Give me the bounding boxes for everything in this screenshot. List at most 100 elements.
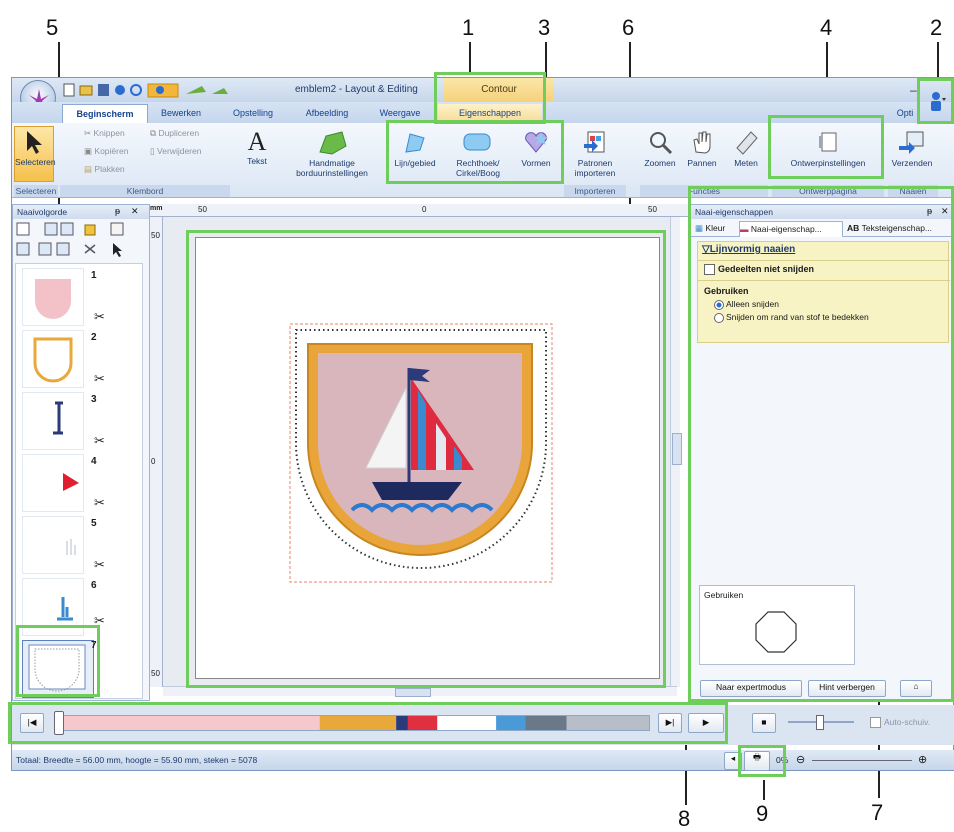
pin-icon[interactable]: ᵽ	[927, 206, 932, 216]
group-label-functions: Functies	[640, 185, 768, 197]
window-title: emblem2 - Layout & Editing	[295, 84, 418, 95]
sew-props-icon: ▬	[740, 224, 751, 234]
help-user-icon[interactable]	[926, 86, 948, 120]
shapes-button[interactable]: Vormen	[514, 128, 558, 168]
list-item-2[interactable]	[22, 330, 84, 388]
vertical-scroll-thumb[interactable]	[672, 433, 682, 465]
list-item-5[interactable]	[22, 516, 84, 574]
expert-mode-button[interactable]: Naar expertmodus	[700, 680, 802, 697]
group-icon	[44, 222, 58, 236]
close-icon[interactable]: ✕	[131, 206, 139, 217]
zoom-out-icon[interactable]: ⊖	[796, 753, 805, 766]
copy-icon: ▣	[84, 146, 95, 156]
tab-options[interactable]: Opti	[890, 104, 920, 123]
list-item-4[interactable]	[22, 454, 84, 512]
home-settings-button[interactable]: ⌂	[900, 680, 932, 697]
tab-properties[interactable]: Eigenschappen	[438, 104, 542, 123]
select-button[interactable]: Selecteren	[14, 126, 56, 182]
hull	[372, 482, 462, 500]
tab-edit[interactable]: Bewerken	[150, 104, 212, 123]
autoscroll-checkbox[interactable]	[870, 717, 881, 728]
design-page-icon	[819, 132, 837, 152]
leader-line-9	[763, 780, 765, 800]
send-button[interactable]: Verzenden	[890, 128, 934, 168]
scissors-icon[interactable]: ✂	[94, 613, 105, 629]
scissors-icon[interactable]: ✂	[94, 309, 105, 325]
minimize-button[interactable]: –	[910, 83, 917, 97]
skip-end-icon: ▶|	[665, 717, 675, 727]
pin-icon[interactable]: ᵽ	[115, 206, 120, 216]
tab-home[interactable]: Beginscherm	[62, 104, 148, 124]
horizontal-scrollbar[interactable]	[163, 686, 677, 697]
vertical-scrollbar[interactable]	[670, 217, 682, 687]
list-item-3[interactable]	[22, 392, 84, 450]
tab-color[interactable]: ▦ Kleur	[695, 223, 725, 237]
speed-slider-thumb[interactable]	[816, 715, 824, 730]
group-label-select: Selecteren	[14, 185, 58, 197]
cut-button[interactable]: ✂ Knippen	[84, 128, 125, 138]
design-settings-button[interactable]: Ontwerpinstellingen	[772, 128, 884, 168]
ungroup-icon	[60, 222, 74, 236]
copy-button[interactable]: ▣ Kopiëren	[84, 146, 128, 156]
tab-image[interactable]: Afbeelding	[296, 104, 358, 123]
list-item-6[interactable]	[22, 578, 84, 636]
delete-button[interactable]: ▯ Verwijderen	[150, 146, 201, 156]
sew-properties-title: Naai-eigenschappen ᵽ ✕	[691, 205, 953, 219]
heart-star-shapes-icon	[525, 132, 548, 153]
left-ruler: 50 0 50	[150, 217, 163, 687]
select-button-label: Selecteren	[15, 157, 56, 167]
sew-properties-panel: Naai-eigenschappen ᵽ ✕ ▦ Kleur ▬ Naai-ei…	[690, 204, 954, 701]
measure-button[interactable]: Meten	[726, 128, 766, 168]
design-summary: Totaal: Breedte = 56.00 mm, hoogte = 55.…	[16, 755, 258, 765]
callout-9: 9	[756, 801, 769, 826]
manual-embroidery-button[interactable]: Handmatige borduurinstellingen	[282, 128, 382, 178]
go-to-end-button[interactable]: ▶|	[658, 713, 682, 733]
tab-sew-properties[interactable]: ▬ Naai-eigenschap...	[739, 221, 843, 237]
stop-icon: ■	[761, 717, 767, 727]
scissors-icon[interactable]: ✂	[94, 371, 105, 387]
list-item-1[interactable]	[22, 268, 84, 326]
top-ruler: mm 50 0 50	[150, 204, 690, 217]
tab-layout[interactable]: Opstelling	[222, 104, 284, 123]
design-page[interactable]	[195, 237, 660, 679]
rect-circle-arc-button[interactable]: Rechthoek/ Cirkel/Boog	[446, 128, 510, 178]
tab-text-properties[interactable]: AB Teksteigenschap...	[847, 223, 932, 237]
zoom-button[interactable]: Zoomen	[640, 128, 680, 168]
list-item-number: 6	[91, 580, 97, 591]
play-button[interactable]: ▶	[688, 713, 724, 733]
section-linear-sewing[interactable]: ▽Lijnvormig naaien	[702, 244, 795, 255]
sequence-slider-handle[interactable]	[54, 711, 64, 735]
go-to-start-button[interactable]: |◀	[20, 713, 44, 733]
pan-button[interactable]: Pannen	[682, 128, 722, 168]
close-icon[interactable]: ✕	[941, 206, 949, 217]
no-cut-label: Gedeelten niet snijden	[718, 264, 815, 274]
leader-line-2	[937, 42, 939, 79]
duplicate-button[interactable]: ⧉ Dupliceren	[150, 128, 199, 138]
blue-stripe-thumbnail	[57, 597, 73, 621]
radio-cut-only[interactable]	[714, 300, 724, 310]
realistic-view-button[interactable]: ◂	[724, 752, 742, 770]
import-patterns-button[interactable]: Patronen importeren	[566, 128, 624, 178]
scissors-icon[interactable]: ✂	[94, 495, 105, 511]
tab-view[interactable]: Weergave	[366, 104, 434, 123]
color-sequence-bar[interactable]	[60, 715, 650, 731]
radio-cut-around[interactable]	[714, 313, 724, 323]
hide-hint-button[interactable]: Hint verbergen	[808, 680, 886, 697]
horizontal-scroll-thumb[interactable]	[395, 688, 431, 697]
preview-label: Gebruiken	[704, 590, 744, 600]
scissors-icon[interactable]: ✂	[94, 557, 105, 573]
list-item-7[interactable]	[22, 640, 94, 698]
speed-slider[interactable]	[788, 715, 854, 730]
zoom-in-icon[interactable]: ⊕	[918, 753, 927, 766]
line-area-button[interactable]: Lijn/gebied	[392, 128, 438, 168]
paste-button[interactable]: ▤ Plakken	[84, 164, 125, 174]
zoom-slider[interactable]	[812, 760, 912, 761]
stop-button[interactable]: ■	[752, 713, 776, 733]
scissors-icon[interactable]: ✂	[94, 433, 105, 449]
text-button[interactable]: A Tekst	[238, 128, 276, 167]
split-scissors-icon	[84, 244, 96, 254]
skip-start-icon: |◀	[27, 717, 37, 727]
print-preview-button[interactable]: 🖶	[744, 751, 770, 771]
sort-icon	[110, 222, 124, 236]
no-cut-checkbox[interactable]	[704, 264, 715, 275]
